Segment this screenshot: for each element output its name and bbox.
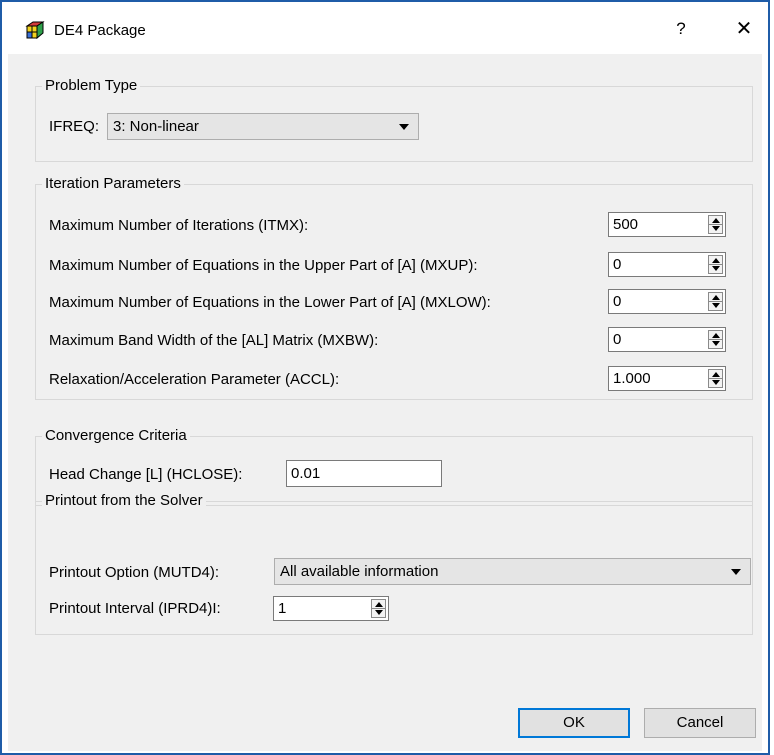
help-button[interactable]: ?: [672, 19, 690, 39]
mxlow-value: 0: [613, 293, 622, 310]
mxlow-label: Maximum Number of Equations in the Lower…: [49, 294, 491, 311]
arrow-down-icon: [375, 610, 383, 615]
package-icon: [25, 21, 45, 40]
problem-type-label: Problem Type: [42, 76, 141, 96]
arrow-up-icon: [712, 218, 720, 223]
ifreq-value: 3: Non-linear: [113, 118, 199, 135]
hclose-value: 0.01: [291, 465, 321, 482]
arrow-up-icon: [712, 333, 720, 338]
mutd4-dropdown[interactable]: All available information: [274, 558, 751, 585]
accl-value: 1.000: [613, 370, 651, 387]
arrow-up-icon: [712, 372, 720, 377]
arrow-down-icon: [712, 380, 720, 385]
itmx-label: Maximum Number of Iterations (ITMX):: [49, 217, 309, 234]
dialog-body: Problem Type IFREQ: 3: Non-linear Iterat…: [8, 54, 762, 751]
accl-label: Relaxation/Acceleration Parameter (ACCL)…: [49, 371, 340, 388]
itmx-value: 500: [613, 216, 639, 233]
mxlow-stepper[interactable]: [708, 292, 723, 311]
mxbw-label: Maximum Band Width of the [AL] Matrix (M…: [49, 332, 379, 349]
arrow-down-icon: [712, 303, 720, 308]
chevron-down-icon: [399, 124, 409, 130]
title-bar: DE4 Package ? ✕: [2, 2, 768, 54]
iprd4-stepper[interactable]: [371, 599, 386, 618]
arrow-down-icon: [712, 266, 720, 271]
arrow-up-icon: [712, 295, 720, 300]
mxup-label: Maximum Number of Equations in the Upper…: [49, 257, 478, 274]
mxbw-value: 0: [613, 331, 622, 348]
convergence-criteria-label: Convergence Criteria: [42, 426, 190, 446]
mutd4-value: All available information: [280, 563, 439, 580]
accl-spinbox[interactable]: 1.000: [608, 366, 726, 391]
arrow-up-icon: [375, 602, 383, 607]
ifreq-dropdown[interactable]: 3: Non-linear: [107, 113, 419, 140]
dialog-window: DE4 Package ? ✕ Problem Type IFREQ: 3: N…: [0, 0, 770, 755]
mxbw-stepper[interactable]: [708, 330, 723, 349]
iprd4-value: 1: [278, 600, 287, 617]
mxup-stepper[interactable]: [708, 255, 723, 274]
arrow-up-icon: [712, 258, 720, 263]
mutd4-label: Printout Option (MUTD4):: [49, 564, 220, 581]
arrow-down-icon: [712, 341, 720, 346]
itmx-stepper[interactable]: [708, 215, 723, 234]
accl-stepper[interactable]: [708, 369, 723, 388]
mxbw-spinbox[interactable]: 0: [608, 327, 726, 352]
itmx-spinbox[interactable]: 500: [608, 212, 726, 237]
arrow-down-icon: [712, 226, 720, 231]
close-button[interactable]: ✕: [732, 17, 756, 41]
cancel-button[interactable]: Cancel: [644, 708, 756, 738]
ok-button[interactable]: OK: [518, 708, 630, 738]
ifreq-label: IFREQ:: [49, 118, 100, 135]
iteration-parameters-label: Iteration Parameters: [42, 174, 184, 194]
chevron-down-icon: [731, 569, 741, 575]
window-title: DE4 Package: [54, 22, 146, 39]
mxup-spinbox[interactable]: 0: [608, 252, 726, 277]
mxlow-spinbox[interactable]: 0: [608, 289, 726, 314]
hclose-label: Head Change [L] (HCLOSE):: [49, 466, 243, 483]
iprd4-label: Printout Interval (IPRD4)I:: [49, 600, 221, 617]
printout-group-label: Printout from the Solver: [42, 491, 206, 511]
hclose-field[interactable]: 0.01: [286, 460, 442, 487]
mxup-value: 0: [613, 256, 622, 273]
iprd4-spinbox[interactable]: 1: [273, 596, 389, 621]
